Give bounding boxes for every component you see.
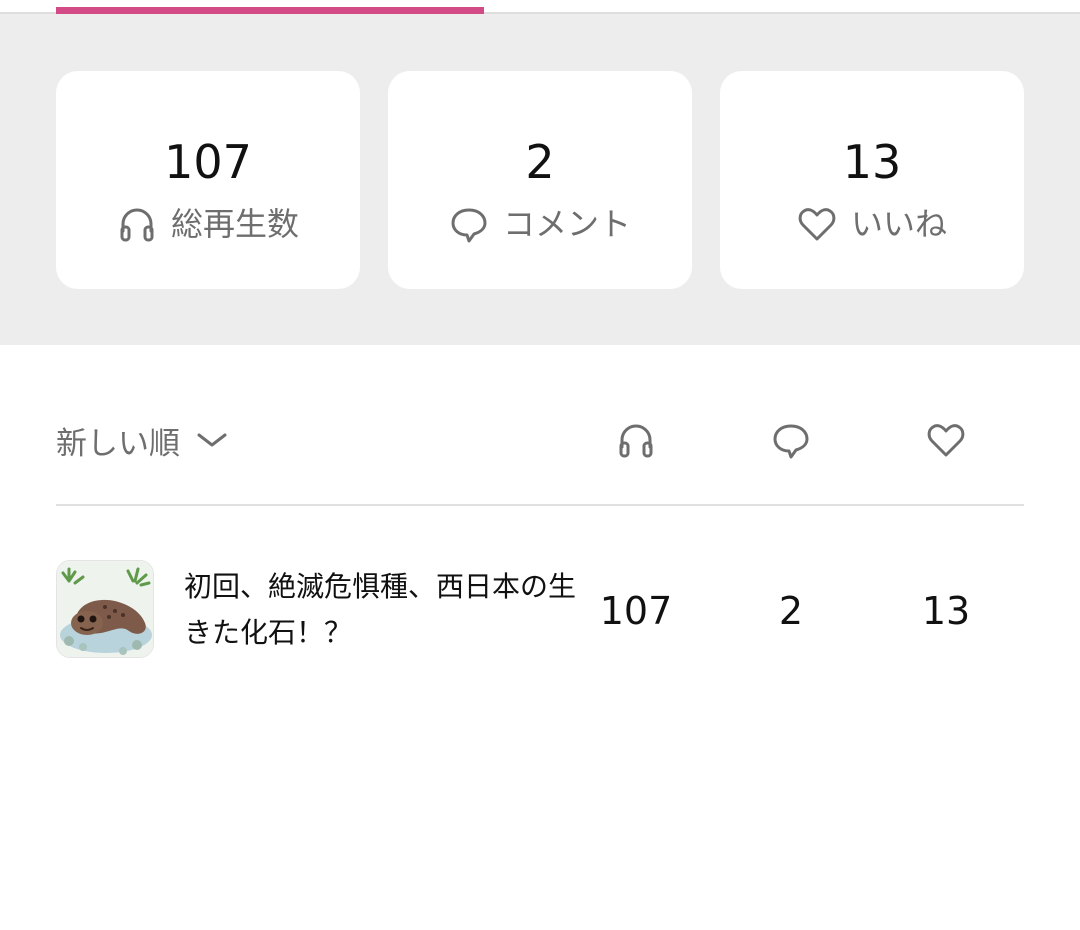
speech-bubble-icon xyxy=(771,420,811,460)
sort-label: 新しい順 xyxy=(56,425,180,462)
likes-stat-card: 13 いいね xyxy=(720,71,1024,289)
episode-comments: 2 xyxy=(778,589,804,633)
stats-panel: 107 総再生数 2 コメント 13 いいね xyxy=(0,14,1080,345)
episode-title: 初回、絶滅危惧種、西日本の生きた化石！？ xyxy=(184,570,577,649)
heart-icon xyxy=(926,420,966,460)
plays-stat-card: 107 総再生数 xyxy=(56,71,360,289)
episode-row[interactable]: 初回、絶滅危惧種、西日本の生きた化石！？ 107 2 13 xyxy=(56,560,1024,660)
likes-label: いいね xyxy=(850,205,947,243)
divider xyxy=(56,504,1024,506)
headphones-icon xyxy=(616,420,656,460)
chevron-down-icon xyxy=(196,430,228,450)
episode-thumbnail xyxy=(56,560,154,658)
sort-dropdown[interactable]: 新しい順 xyxy=(56,410,228,470)
comments-stat-card: 2 コメント xyxy=(388,71,692,289)
plays-count: 107 xyxy=(164,135,252,189)
active-tab-indicator xyxy=(56,7,484,14)
episode-plays: 107 xyxy=(599,589,673,633)
list-header: 新しい順 xyxy=(56,410,1024,470)
tab-bar xyxy=(0,0,1080,14)
speech-bubble-icon xyxy=(449,204,489,244)
comments-label: コメント xyxy=(502,205,631,243)
plays-label: 総再生数 xyxy=(170,205,299,243)
heart-icon xyxy=(797,204,837,244)
headphones-icon xyxy=(117,204,157,244)
comments-count: 2 xyxy=(525,135,555,189)
likes-count: 13 xyxy=(842,135,902,189)
episode-likes: 13 xyxy=(921,589,971,633)
